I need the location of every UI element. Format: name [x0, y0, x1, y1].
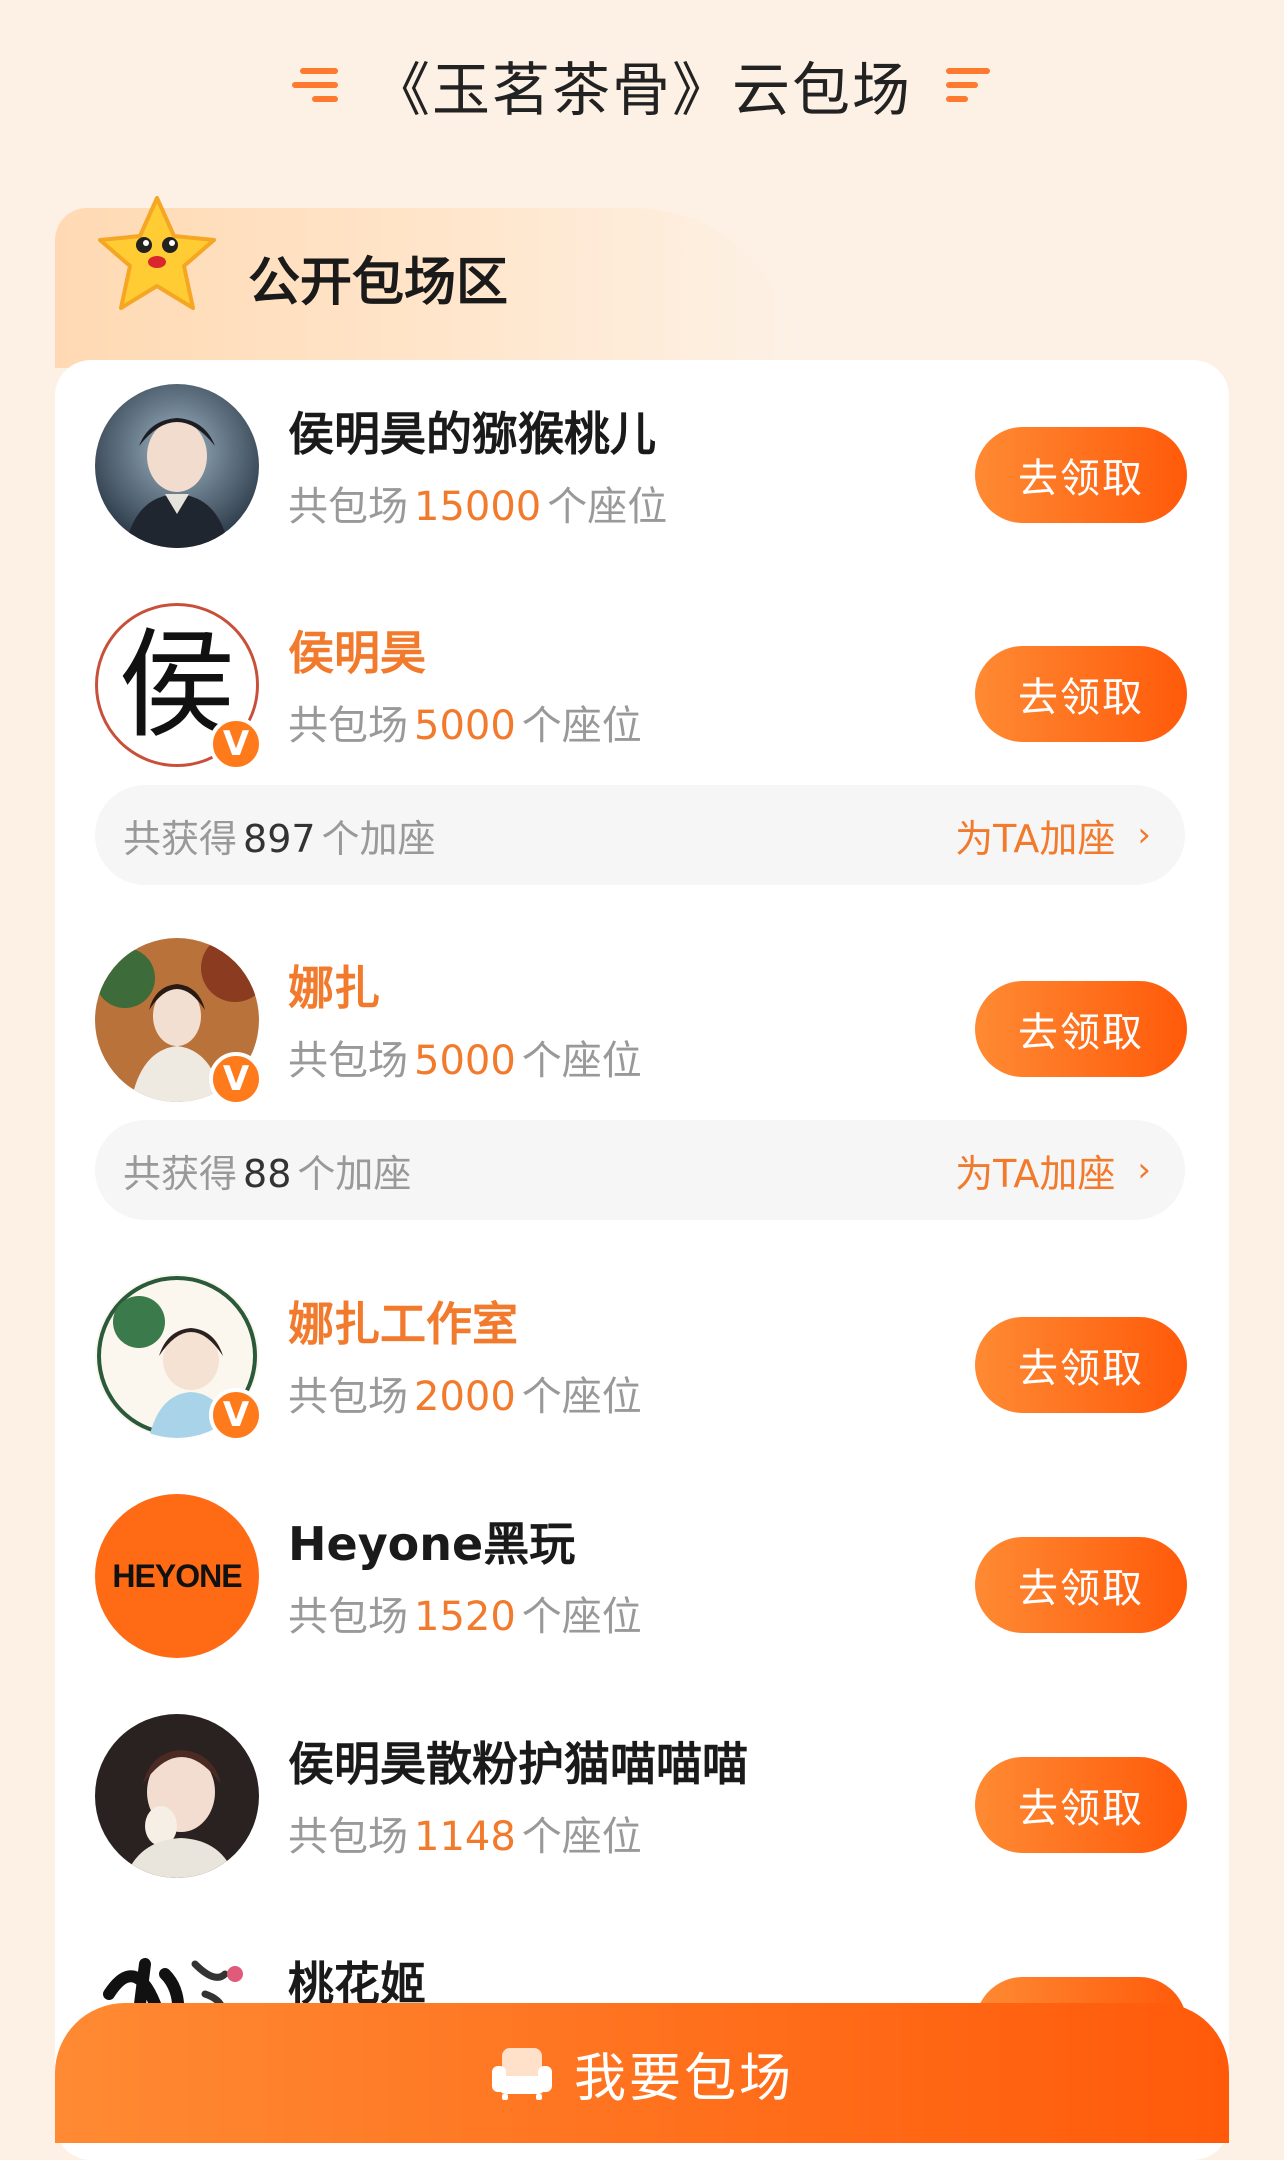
claim-button[interactable]: 去领取: [975, 1537, 1187, 1633]
seat-count-text: 共包场 1520 个座位: [288, 1594, 642, 1640]
extra-seat-bar: 共获得 897 个加座 为TA加座 ›: [95, 785, 1185, 885]
chevron-right-icon: ›: [1137, 1150, 1151, 1190]
star-mascot-icon: [98, 196, 216, 310]
booker-name: 侯明昊散粉护猫喵喵喵: [288, 1737, 748, 1791]
avatar[interactable]: 侯 V: [95, 603, 263, 771]
claim-button[interactable]: 去领取: [975, 427, 1187, 523]
section-title: 公开包场区: [248, 253, 509, 313]
seat-count-text: 共包场 5000 个座位: [288, 1038, 642, 1084]
page-title: 《玉茗茶骨》云包场: [371, 56, 912, 124]
verified-badge-icon: V: [209, 1388, 263, 1442]
avatar[interactable]: HEYONE: [95, 1494, 259, 1658]
booker-name: 娜扎工作室: [288, 1297, 518, 1351]
list-item: V 娜扎工作室 共包场 2000 个座位 去领取: [55, 1274, 1229, 1444]
decoration-lines-icon: [288, 68, 338, 102]
list-item: HEYONE Heyone黑玩 共包场 1520 个座位 去领取: [55, 1494, 1229, 1664]
extra-seat-bar: 共获得 88 个加座 为TA加座 ›: [95, 1120, 1185, 1220]
avatar[interactable]: V: [95, 938, 263, 1106]
booker-name: Heyone黑玩: [288, 1517, 576, 1571]
avatar[interactable]: [95, 384, 259, 548]
verified-badge-icon: V: [209, 717, 263, 771]
book-screening-button[interactable]: 我要包场: [55, 2003, 1229, 2143]
extra-seat-count: 共获得 88 个加座: [123, 1151, 412, 1196]
seat-count-text: 共包场 15000 个座位: [288, 484, 668, 530]
seat-count-text: 共包场 1148 个座位: [288, 1814, 642, 1860]
list-item: 侯明昊散粉护猫喵喵喵 共包场 1148 个座位 去领取: [55, 1714, 1229, 1884]
avatar[interactable]: V: [95, 1274, 263, 1442]
public-booking-list: 侯明昊的猕猴桃儿 共包场 15000 个座位 去领取 侯 V 侯明昊 共包场 5000…: [55, 360, 1229, 2160]
claim-button[interactable]: 去领取: [975, 646, 1187, 742]
add-seat-link[interactable]: 为TA加座 ›: [955, 808, 1151, 863]
avatar[interactable]: [95, 1714, 259, 1878]
page-header: 《玉茗茶骨》云包场: [0, 0, 1284, 170]
seat-count-text: 共包场 2000 个座位: [288, 1374, 642, 1420]
list-item: 侯 V 侯明昊 共包场 5000 个座位 去领取: [55, 603, 1229, 773]
add-seat-link[interactable]: 为TA加座 ›: [955, 1143, 1151, 1198]
claim-button[interactable]: 去领取: [975, 1757, 1187, 1853]
seat-count-text: 共包场 5000 个座位: [288, 703, 642, 749]
claim-button[interactable]: 去领取: [975, 981, 1187, 1077]
chevron-right-icon: ›: [1137, 815, 1151, 855]
booker-name: 侯明昊: [288, 626, 426, 680]
extra-seat-count: 共获得 897 个加座: [123, 816, 436, 861]
booker-name: 娜扎: [288, 961, 380, 1015]
seat-icon: [491, 2048, 552, 2100]
list-item: V 娜扎 共包场 5000 个座位 去领取: [55, 938, 1229, 1108]
booker-name: 侯明昊的猕猴桃儿: [288, 407, 656, 461]
claim-button[interactable]: 去领取: [975, 1317, 1187, 1413]
list-item: 侯明昊的猕猴桃儿 共包场 15000 个座位 去领取: [55, 384, 1229, 554]
decoration-lines-icon: [946, 68, 996, 102]
verified-badge-icon: V: [209, 1052, 263, 1106]
book-screening-label: 我要包场: [573, 2048, 794, 2109]
